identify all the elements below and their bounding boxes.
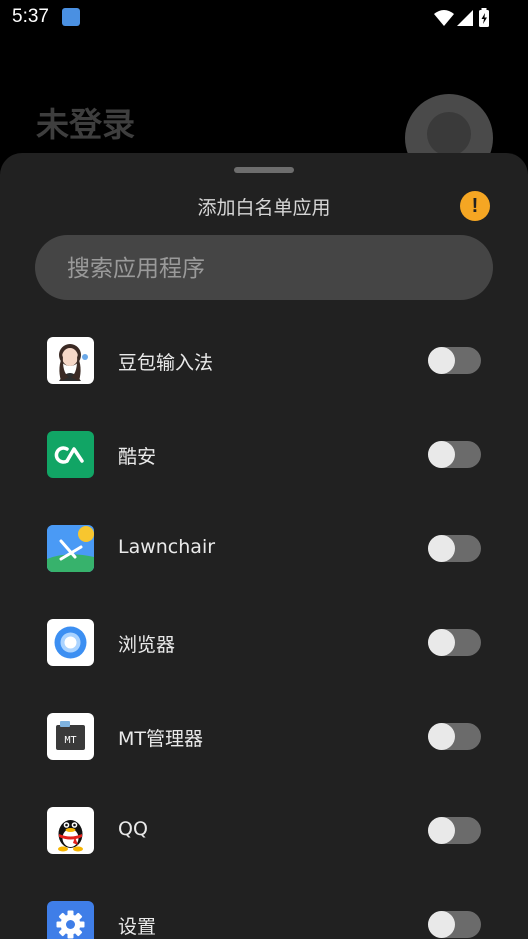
app-name: Lawnchair — [118, 536, 216, 558]
list-item-mt-manager[interactable]: MT MT管理器 — [0, 689, 528, 783]
toggle-knob — [428, 441, 455, 468]
whitelist-toggle[interactable] — [428, 441, 481, 468]
toggle-knob — [428, 347, 455, 374]
whitelist-toggle[interactable] — [428, 817, 481, 844]
list-item-browser[interactable]: 浏览器 — [0, 595, 528, 689]
search-box[interactable] — [35, 235, 493, 302]
battery-icon — [479, 8, 489, 27]
signal-icon — [457, 10, 473, 26]
browser-icon — [47, 619, 94, 666]
toggle-knob — [428, 817, 455, 844]
sheet-title: 添加白名单应用 — [197, 197, 331, 219]
app-name: 设置 — [118, 916, 157, 938]
avatar-placeholder-icon — [427, 112, 471, 156]
toggle-knob — [428, 723, 455, 750]
list-item-coolapk[interactable]: 酷安 — [0, 407, 528, 501]
whitelist-toggle[interactable] — [428, 629, 481, 656]
screen: 5:37 未登录 添加白名单应用 ! 搜索应用程序 豆包输入法 酷安 Lawnc… — [0, 0, 528, 939]
lawnchair-icon — [47, 525, 94, 572]
whitelist-toggle[interactable] — [428, 535, 481, 562]
toggle-knob — [428, 911, 455, 938]
status-bar: 5:37 — [0, 0, 528, 36]
info-icon[interactable]: ! — [460, 191, 490, 221]
toggle-knob — [428, 535, 455, 562]
toggle-knob — [428, 629, 455, 656]
settings-icon — [47, 901, 94, 939]
doubao-ime-icon — [47, 337, 94, 384]
mt-icon-label: MT — [64, 735, 76, 746]
wifi-icon — [434, 10, 454, 26]
search-input[interactable] — [65, 235, 469, 302]
status-time: 5:37 — [12, 6, 49, 27]
app-name: 酷安 — [118, 446, 157, 468]
whitelist-toggle[interactable] — [428, 723, 481, 750]
drag-handle[interactable] — [234, 167, 294, 173]
mt-manager-icon: MT — [47, 713, 94, 760]
list-item-doubao-ime[interactable]: 豆包输入法 — [0, 313, 528, 407]
app-name: QQ — [118, 818, 148, 840]
coolapk-icon — [47, 431, 94, 478]
list-item-settings[interactable]: 设置 — [0, 877, 528, 939]
whitelist-toggle[interactable] — [428, 911, 481, 938]
qq-icon — [47, 807, 94, 854]
list-item-lawnchair[interactable]: Lawnchair — [0, 501, 528, 595]
app-name: 豆包输入法 — [118, 352, 214, 374]
notification-app-icon — [62, 8, 80, 26]
app-name: MT管理器 — [118, 728, 203, 750]
whitelist-toggle[interactable] — [428, 347, 481, 374]
whitelist-bottom-sheet: 添加白名单应用 ! 豆包输入法 — [0, 153, 528, 939]
list-item-qq[interactable]: QQ — [0, 783, 528, 877]
login-status-title: 未登录 — [36, 105, 135, 144]
status-icons — [434, 8, 489, 27]
app-name: 浏览器 — [118, 634, 176, 656]
